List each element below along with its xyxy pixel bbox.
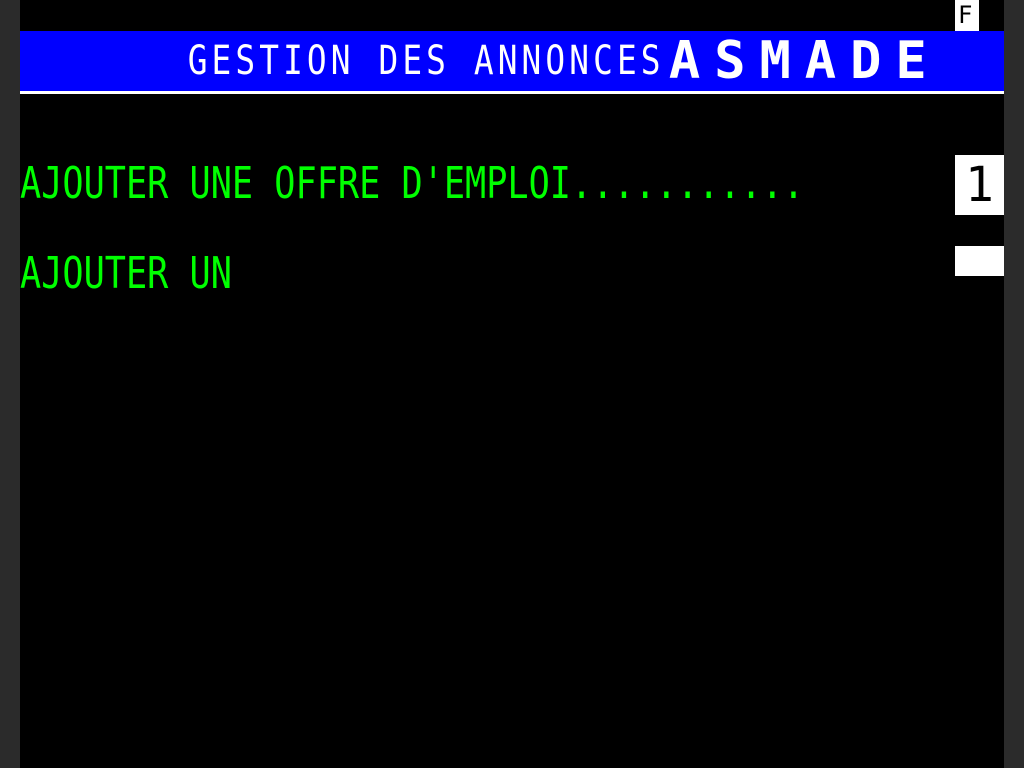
page-title: GESTION DES ANNONCES [187,38,665,84]
left-border [0,0,20,768]
choice-input-field[interactable] [955,246,1004,276]
menu-item-key-1[interactable]: 1 [955,155,1004,215]
page-header: GESTION DES ANNONCES ASMADE [20,31,1004,91]
corner-badge: F [955,0,979,31]
brand-name: ASMADE [668,31,941,91]
header-divider [20,91,1004,94]
terminal-screen: F GESTION DES ANNONCES ASMADE AJOUTER UN… [0,0,1024,768]
right-border [1004,0,1024,768]
menu-item-add-job-offer[interactable]: AJOUTER UNE OFFRE D'EMPLOI........... [20,158,804,209]
menu-item-add[interactable]: AJOUTER UN [20,248,232,299]
